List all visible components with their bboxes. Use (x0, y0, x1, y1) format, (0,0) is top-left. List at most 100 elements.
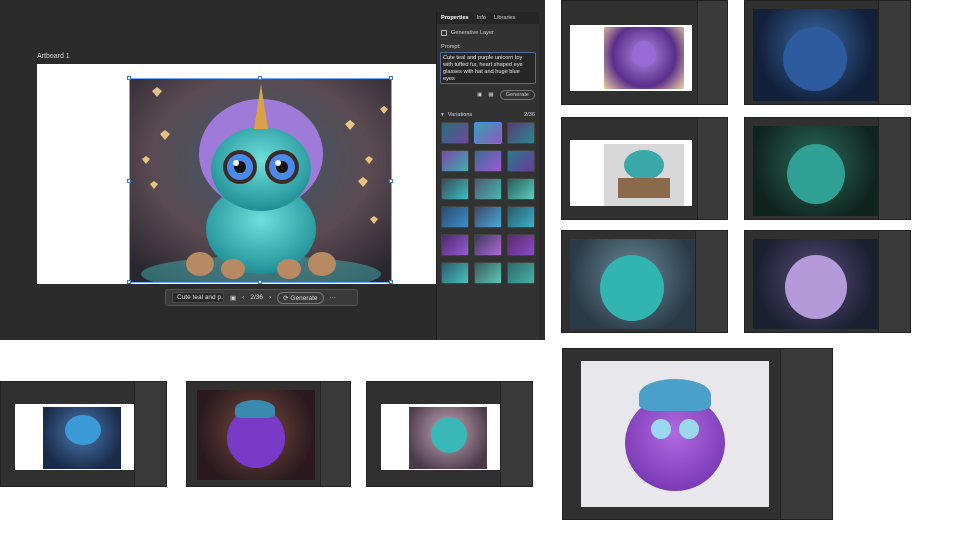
layer-title: Generative Layer (451, 30, 494, 36)
creature-head (632, 41, 656, 67)
variation-thumbnail[interactable] (474, 122, 502, 144)
monster-eye (651, 419, 671, 439)
green-monster-image (753, 126, 878, 216)
image-icon[interactable]: ▣ (477, 92, 482, 98)
purple-creature-image (604, 27, 684, 89)
blue-monster-image (753, 9, 878, 101)
layer-type-row: Generative Layer (441, 28, 535, 38)
screenshot-unicorn-books (366, 381, 533, 487)
variation-thumbnail[interactable] (441, 178, 469, 200)
transform-handle[interactable] (127, 76, 131, 80)
screenshot-large-purple-monster (562, 348, 833, 520)
prompt-label: Prompt: (441, 44, 461, 50)
properties-panel: Properties Info Libraries Generative Lay… (436, 12, 539, 340)
properties-panel (878, 231, 910, 332)
variation-thumbnail[interactable] (441, 262, 469, 284)
screenshot-blue-monster (744, 0, 911, 105)
blue-monster-tie-image (43, 407, 121, 469)
properties-panel (320, 382, 350, 486)
transform-handle[interactable] (127, 280, 131, 284)
chevron-left-icon[interactable]: ‹ (242, 294, 244, 301)
variation-thumbnail[interactable] (441, 122, 469, 144)
properties-panel (500, 382, 532, 486)
properties-panel (134, 382, 166, 486)
large-purple-monster-image (581, 361, 769, 507)
monster-body (600, 255, 664, 321)
transform-handle[interactable] (389, 280, 393, 284)
cap (639, 379, 711, 411)
monster-body (783, 27, 847, 91)
properties-panel (697, 1, 727, 104)
transform-handle[interactable] (258, 280, 262, 284)
transform-handle[interactable] (389, 179, 393, 183)
chevron-right-icon[interactable]: › (269, 294, 271, 301)
screenshot-lilac-monster (744, 230, 911, 333)
prompt-tools: ▣ ▦ Generate (441, 90, 535, 100)
unicorn-head (431, 417, 467, 453)
contextual-task-bar: Cute teal and p... ▣ ‹ 2/36 › ⟳ Generate… (165, 289, 358, 306)
variations-header: ▾ Variations 2/36 (441, 112, 535, 118)
books (618, 178, 670, 198)
monster-body (785, 255, 847, 319)
variation-thumbnail[interactable] (507, 262, 535, 284)
purple-cap-monster-image (197, 390, 315, 480)
lilac-monster-image (753, 239, 878, 329)
variation-thumbnail[interactable] (507, 122, 535, 144)
transform-handle[interactable] (127, 179, 131, 183)
tab-properties[interactable]: Properties (441, 15, 469, 21)
variation-thumbnail[interactable] (507, 178, 535, 200)
transform-handle[interactable] (258, 76, 262, 80)
variation-thumbnail[interactable] (474, 150, 502, 172)
context-prompt-field[interactable]: Cute teal and p... (172, 292, 224, 303)
properties-panel (780, 349, 832, 519)
tab-info[interactable]: Info (477, 15, 486, 21)
variation-thumbnail[interactable] (474, 178, 502, 200)
transform-handle[interactable] (389, 76, 393, 80)
screenshot-green-monster (744, 117, 911, 220)
variation-thumbnail[interactable] (441, 150, 469, 172)
variations-label: Variations (447, 112, 473, 118)
variation-thumbnail[interactable] (474, 262, 502, 284)
turtle-image (604, 144, 684, 206)
properties-panel (697, 118, 727, 219)
variation-thumbnail[interactable] (441, 206, 469, 228)
cap (235, 400, 275, 418)
tab-libraries[interactable]: Libraries (494, 15, 515, 21)
properties-panel (878, 118, 910, 219)
panel-tabs: Properties Info Libraries (437, 12, 539, 24)
screenshot-teal-monster (561, 230, 728, 333)
variation-thumbnail[interactable] (507, 234, 535, 256)
turtle-head (624, 150, 664, 180)
variation-counter: 2/36 (250, 294, 263, 301)
main-photoshop-window: Artboard 1 Cute teal and p... ▣ ‹ 2/36 ›… (0, 0, 545, 340)
generate-label: Generate (290, 294, 318, 302)
image-icon[interactable]: ▣ (230, 294, 236, 302)
chevron-down-icon[interactable]: ▾ (441, 112, 444, 118)
screenshot-purple-cap-monster (186, 381, 351, 487)
grid-icon[interactable]: ▦ (488, 92, 493, 98)
more-icon[interactable]: ··· (330, 294, 337, 301)
properties-panel (878, 1, 910, 104)
context-generate-button[interactable]: ⟳ Generate (277, 291, 324, 304)
variations-grid (441, 122, 535, 284)
monster-eye (679, 419, 699, 439)
variation-thumbnail[interactable] (441, 234, 469, 256)
variation-thumbnail[interactable] (474, 234, 502, 256)
teal-monster-image (570, 239, 695, 329)
screenshot-purple-dragon (561, 0, 728, 105)
variation-thumbnail[interactable] (507, 150, 535, 172)
variations-count: 2/36 (524, 112, 535, 118)
monster-head (65, 415, 101, 445)
monster-body (787, 144, 845, 204)
generated-unicorn-image[interactable] (129, 78, 392, 283)
variation-thumbnail[interactable] (474, 206, 502, 228)
prompt-textarea[interactable]: Cute teal and purple unicorn toy with tu… (440, 52, 536, 84)
unicorn-illustration (130, 79, 391, 282)
panel-generate-button[interactable]: Generate (499, 90, 535, 100)
generative-layer-icon (441, 30, 447, 36)
screenshot-turtle (561, 117, 728, 220)
variation-thumbnail[interactable] (507, 206, 535, 228)
unicorn-books-image (409, 407, 487, 469)
properties-panel (695, 231, 727, 332)
artboard-label: Artboard 1 (37, 53, 70, 60)
